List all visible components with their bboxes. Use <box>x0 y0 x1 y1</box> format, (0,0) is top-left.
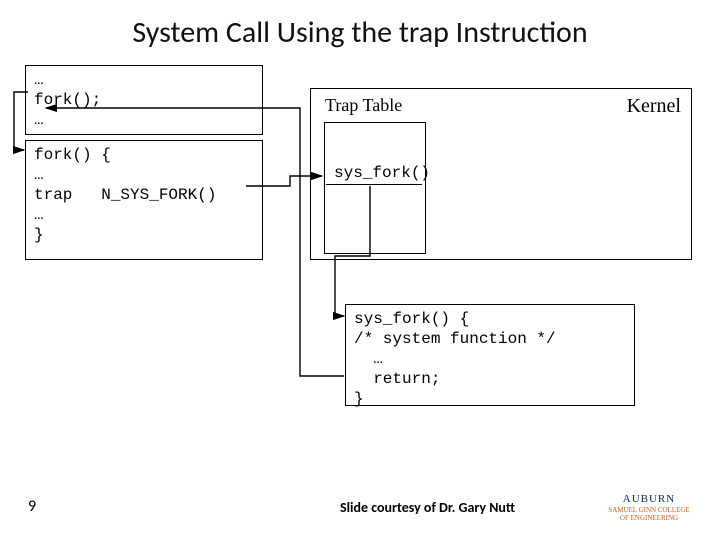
kernel-label: Kernel <box>627 95 681 118</box>
auburn-logo-sub: SAMUEL GINN COLLEGE OF ENGINEERING <box>606 507 692 522</box>
user-code-top: … fork(); … <box>25 65 263 135</box>
trap-table-divider <box>326 184 422 185</box>
slide-title: System Call Using the trap Instruction <box>0 14 720 51</box>
slide-number: 9 <box>28 497 36 516</box>
user-code-bottom: fork() { … trap N_SYS_FORK() … } <box>25 140 263 260</box>
trap-table-box <box>324 122 426 254</box>
auburn-logo-name: AUBURN <box>606 493 692 505</box>
sys-fork-code: sys_fork() { /* system function */ … ret… <box>345 304 635 406</box>
trap-table-label: Trap Table <box>325 95 402 116</box>
sys-fork-entry: sys_fork() <box>334 164 430 182</box>
slide-courtesy: Slide courtesy of Dr. Gary Nutt <box>340 499 515 516</box>
auburn-logo: AUBURN SAMUEL GINN COLLEGE OF ENGINEERIN… <box>606 493 692 522</box>
